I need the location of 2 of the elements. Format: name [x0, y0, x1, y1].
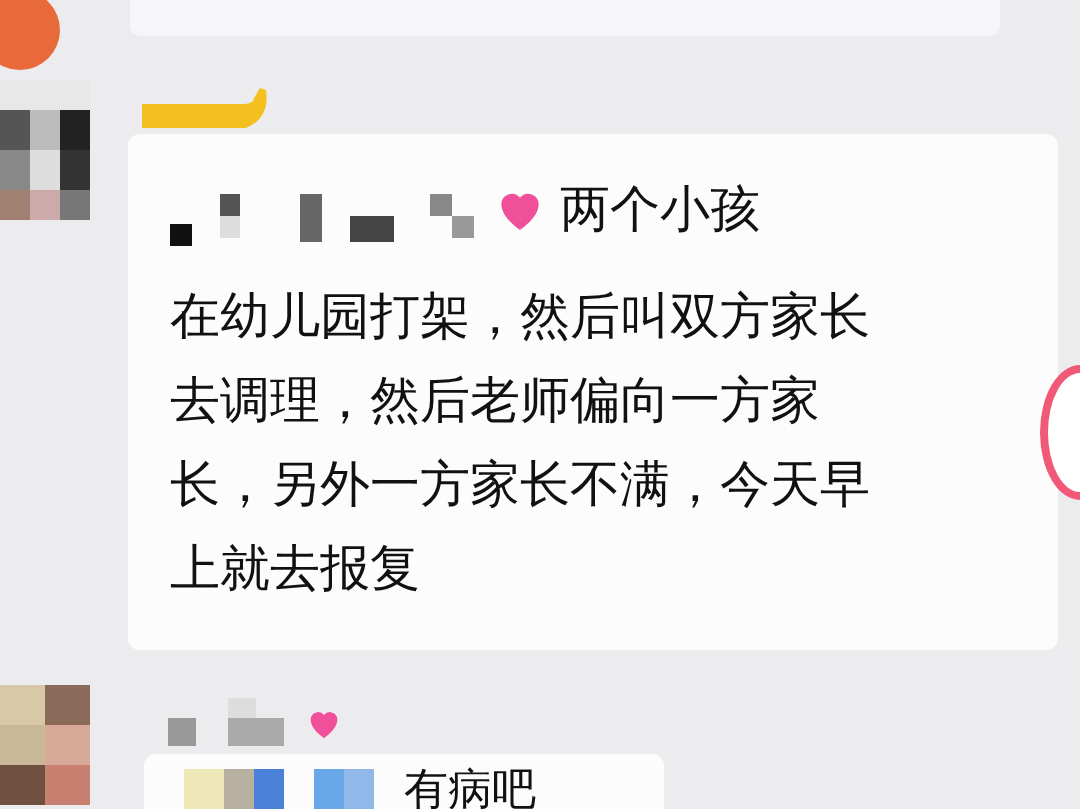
message-text: 在幼儿园打架，然后叫双方家长去调理，然后老师偏向一方家长，另外一方家长不满，今天早上就去报复: [170, 286, 871, 599]
message-text: 两个小孩: [560, 184, 760, 234]
